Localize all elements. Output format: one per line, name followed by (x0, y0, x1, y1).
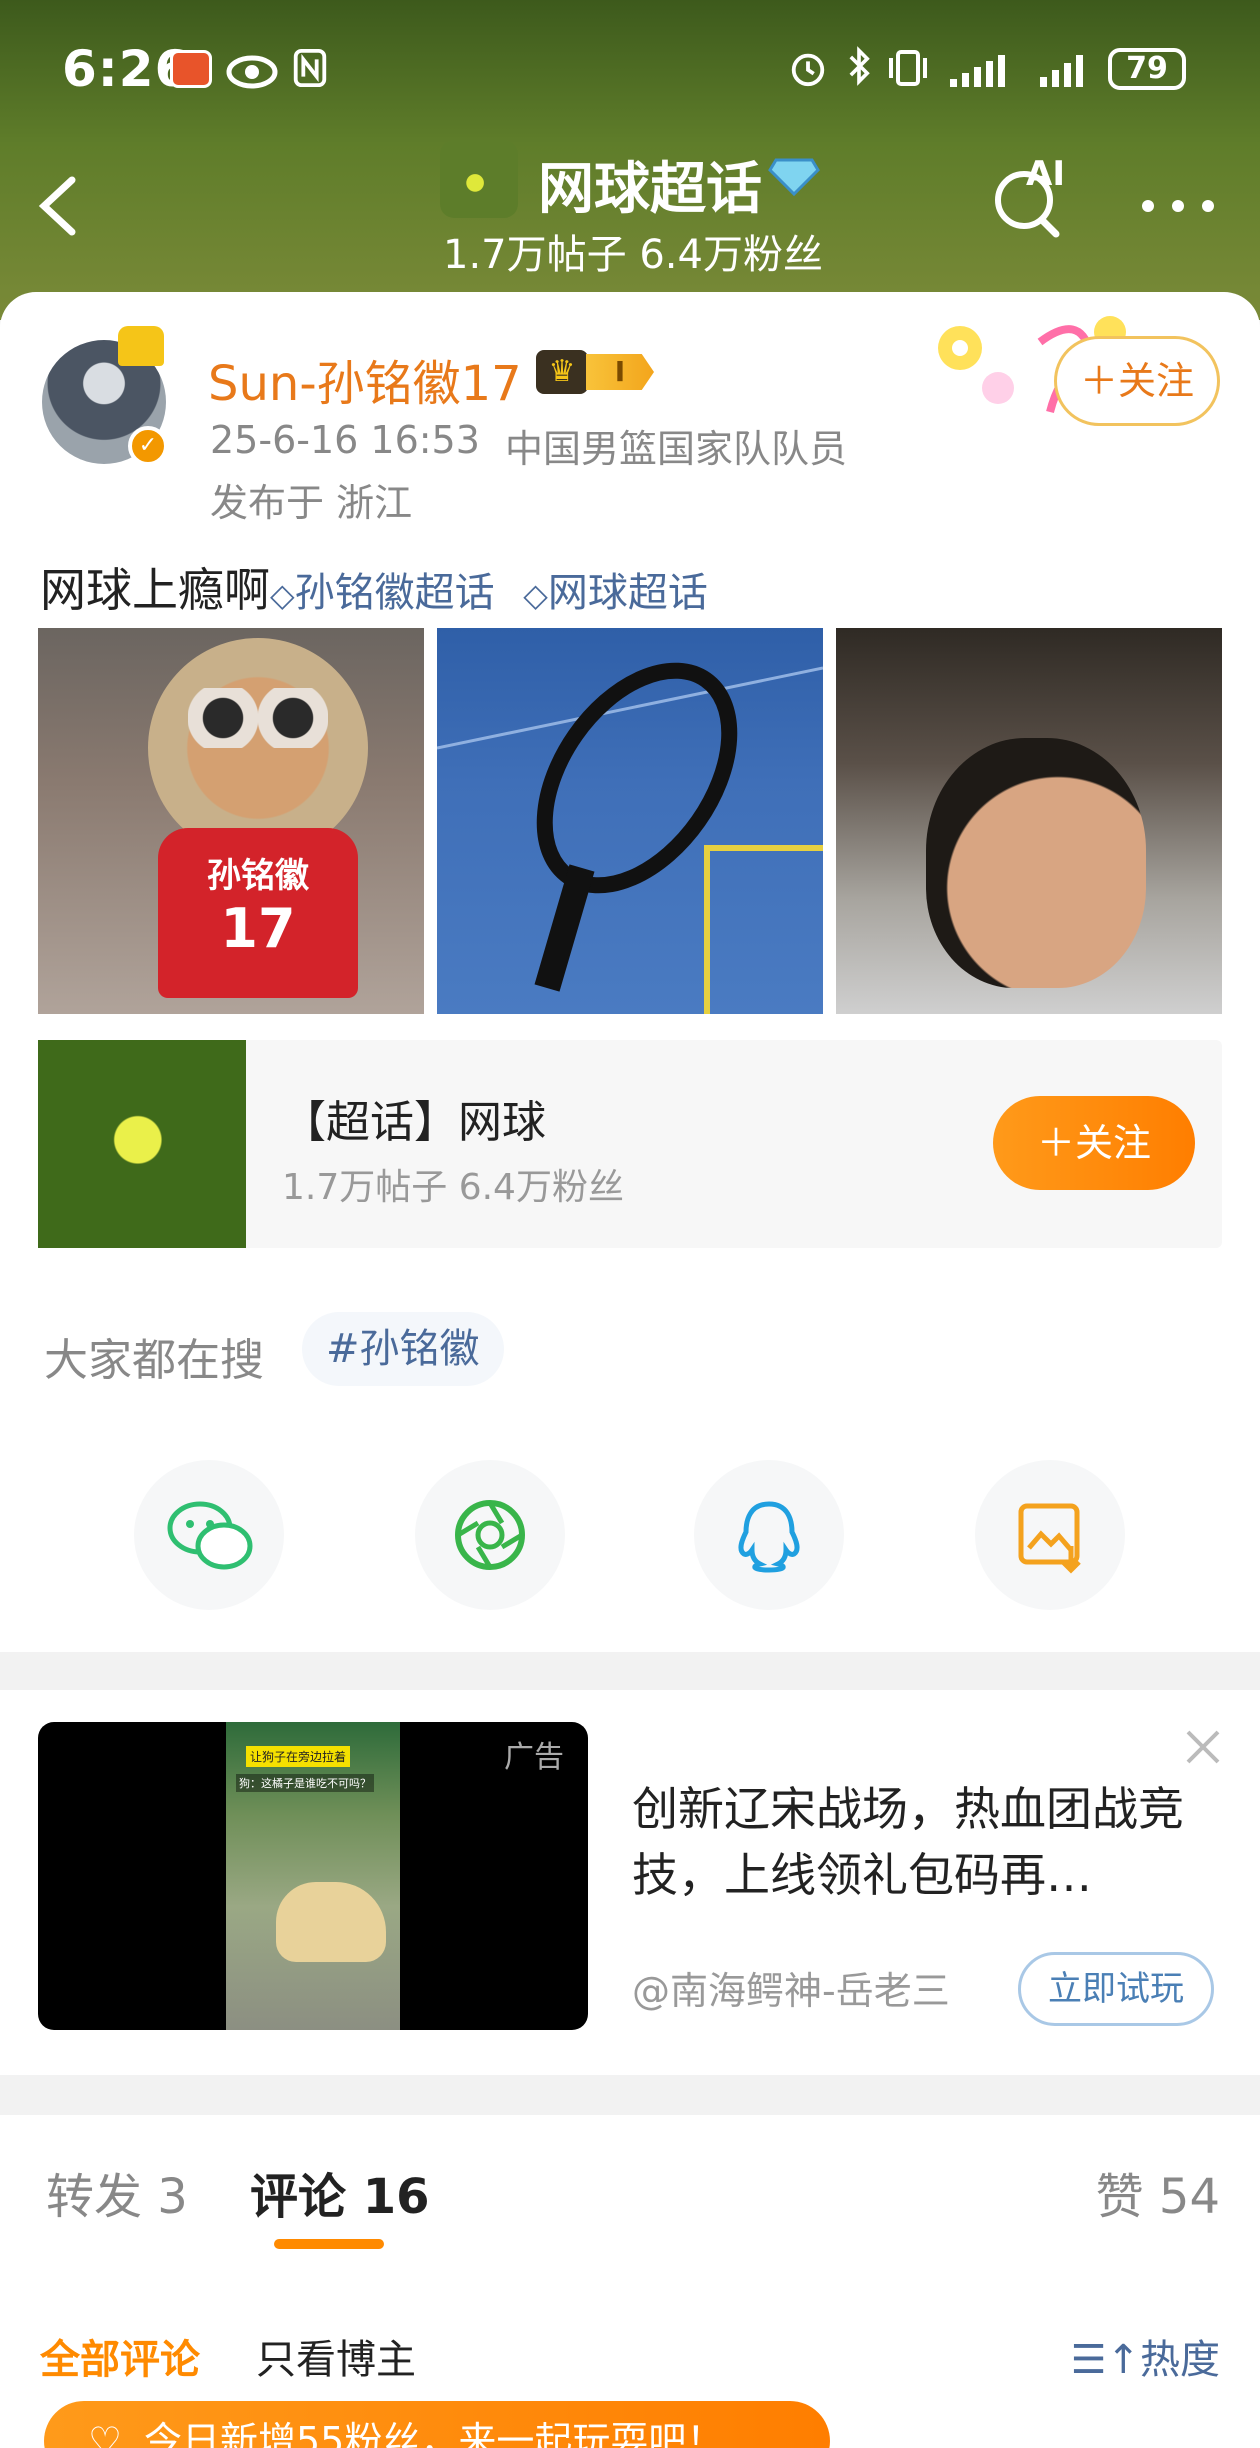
post-image-3[interactable] (836, 628, 1222, 1014)
person-head (926, 738, 1146, 988)
tab-comments[interactable]: 评论 16 (250, 2157, 430, 2227)
tennis-racket-drawing (437, 662, 823, 1014)
tab-likes[interactable]: 赞 54 (1096, 2157, 1220, 2227)
author-identity: 中国男篮国家队队员 (505, 427, 848, 471)
topic-avatar (440, 140, 518, 218)
trending-tag-chip[interactable]: #孙铭徽 (302, 1312, 504, 1386)
eye-icon (226, 55, 278, 89)
sort-icon: ☰↑ (1070, 2337, 1140, 2383)
save-image-button[interactable] (975, 1460, 1125, 1610)
ad-video-caption-2: 狗：这橘子是谁吃不可吗？ (236, 1774, 374, 1792)
filter-author-only[interactable]: 只看博主 (256, 2327, 416, 2385)
member-level-badge: ♛ I (536, 350, 658, 394)
diamond-small-icon: ◇ (270, 576, 295, 614)
fan-banner[interactable]: ♡ 今日新增55粉丝，来一起玩耍吧！ (44, 2401, 830, 2448)
ad-video-frame: 让狗子在旁边拉着 狗：这橘子是谁吃不可吗？ (226, 1722, 400, 2030)
ad-badge: 广告 (504, 1740, 564, 1775)
signal-1-icon (950, 55, 1005, 87)
verified-badge-icon: ✓ (128, 426, 168, 466)
status-bar: 6:26 79 (0, 0, 1260, 140)
follow-author-button[interactable]: ＋关注 (1054, 336, 1220, 426)
share-moments-button[interactable] (415, 1460, 565, 1610)
author-name[interactable]: Sun-孙铭徽17 (208, 344, 522, 414)
ai-search-button[interactable]: AI (990, 154, 1070, 242)
post-image-2[interactable] (437, 628, 823, 1014)
vibrate-icon (889, 50, 927, 86)
avatar-frame-badge (118, 326, 164, 366)
topic-tag-link[interactable]: ◇网球超话 (523, 560, 708, 618)
ad-account[interactable]: @南海鳄神-岳老三 (632, 1960, 950, 2015)
battery-icon: 79 (1108, 48, 1186, 90)
signal-2-icon (1040, 55, 1083, 87)
dog-figure (276, 1882, 386, 1962)
bluetooth-icon (849, 46, 870, 86)
post-date: 25-6-16 16:53 (210, 418, 480, 462)
share-wechat-button[interactable] (134, 1460, 284, 1610)
page-title: 网球超话 (538, 157, 762, 222)
crown-icon: ♛ (536, 350, 588, 394)
moments-icon (455, 1500, 525, 1570)
ad-try-button[interactable]: 立即试玩 (1018, 1952, 1214, 2026)
post-text: 网球上瘾啊◇孙铭徽超话 ◇网球超话 (40, 554, 708, 620)
topic-card[interactable]: 【超话】网球 1.7万帖子 6.4万粉丝 ＋关注 (38, 1040, 1222, 1248)
doll-figure (148, 638, 368, 858)
tab-active-indicator (274, 2239, 384, 2249)
follow-topic-button[interactable]: ＋关注 (993, 1096, 1195, 1190)
fan-banner-icon: ♡ (88, 2419, 123, 2448)
doll-jersey: 孙铭徽 17 (158, 828, 358, 998)
qq-icon (738, 1501, 800, 1573)
ad-video[interactable]: 让狗子在旁边拉着 狗：这橘子是谁吃不可吗？ 广告 (38, 1722, 588, 2030)
topic-tag-link[interactable]: ◇孙铭徽超话 (270, 560, 495, 618)
jersey-number: 17 (220, 897, 296, 960)
topic-card-title: 【超话】网球 (282, 1097, 546, 1148)
wechat-icon (167, 1501, 253, 1570)
topic-stats: 1.7万帖子 6.4万粉丝 (443, 232, 823, 278)
save-image-icon (1018, 1503, 1081, 1574)
ad-card[interactable]: 让狗子在旁边拉着 狗：这橘子是谁吃不可吗？ 广告 创新辽宋战场，热血团战竞技，上… (0, 1690, 1260, 2075)
ad-video-caption-1: 让狗子在旁边拉着 (246, 1746, 351, 1767)
sort-button[interactable]: ☰↑热度 (1071, 2327, 1220, 2385)
diamond-badge-icon (768, 158, 820, 196)
ad-headline[interactable]: 创新辽宋战场，热血团战竞技，上线领礼包码再… (632, 1776, 1212, 1908)
topic-tag-label: 孙铭徽超话 (294, 570, 495, 616)
comment-section: 转发 3 评论 16 赞 54 全部评论 只看博主 ☰↑热度 ♡ 今日新增55粉… (0, 2115, 1260, 2448)
share-qq-button[interactable] (694, 1460, 844, 1610)
post-text-prefix: 网球上瘾啊 (40, 563, 270, 617)
post-location: 发布于 浙江 (210, 481, 413, 525)
nfc-icon (293, 48, 327, 88)
doll-eyes (188, 688, 328, 748)
topic-card-image (38, 1040, 246, 1248)
alarm-icon (791, 53, 825, 87)
post-card: ✓ Sun-孙铭徽17 ♛ I ＋关注 25-6-16 16:53 中国男篮国家… (0, 292, 1260, 1652)
more-icon[interactable] (1140, 198, 1216, 214)
trending-label: 大家都在搜 (44, 1335, 264, 1386)
topic-tag-label: 网球超话 (547, 570, 708, 616)
fan-banner-text: 今日新增55粉丝，来一起玩耍吧！ (144, 2419, 725, 2448)
jersey-name: 孙铭徽 (207, 856, 309, 896)
close-icon[interactable] (1184, 1728, 1222, 1766)
ai-label: AI (1026, 154, 1065, 194)
level-label: I (586, 354, 654, 390)
sort-label: 热度 (1140, 2337, 1220, 2383)
back-icon[interactable] (36, 174, 80, 238)
header: 6:26 79 网球超话 1.7万帖子 6.4万粉丝 AI (0, 0, 1260, 320)
topic-card-stats: 1.7万帖子 6.4万粉丝 (282, 1167, 624, 1208)
diamond-small-icon: ◇ (523, 576, 548, 614)
notification-app-icon (170, 50, 212, 88)
tab-repost[interactable]: 转发 3 (46, 2157, 188, 2227)
filter-all-comments[interactable]: 全部评论 (40, 2327, 200, 2385)
post-image-1[interactable]: 孙铭徽 17 (38, 628, 424, 1014)
